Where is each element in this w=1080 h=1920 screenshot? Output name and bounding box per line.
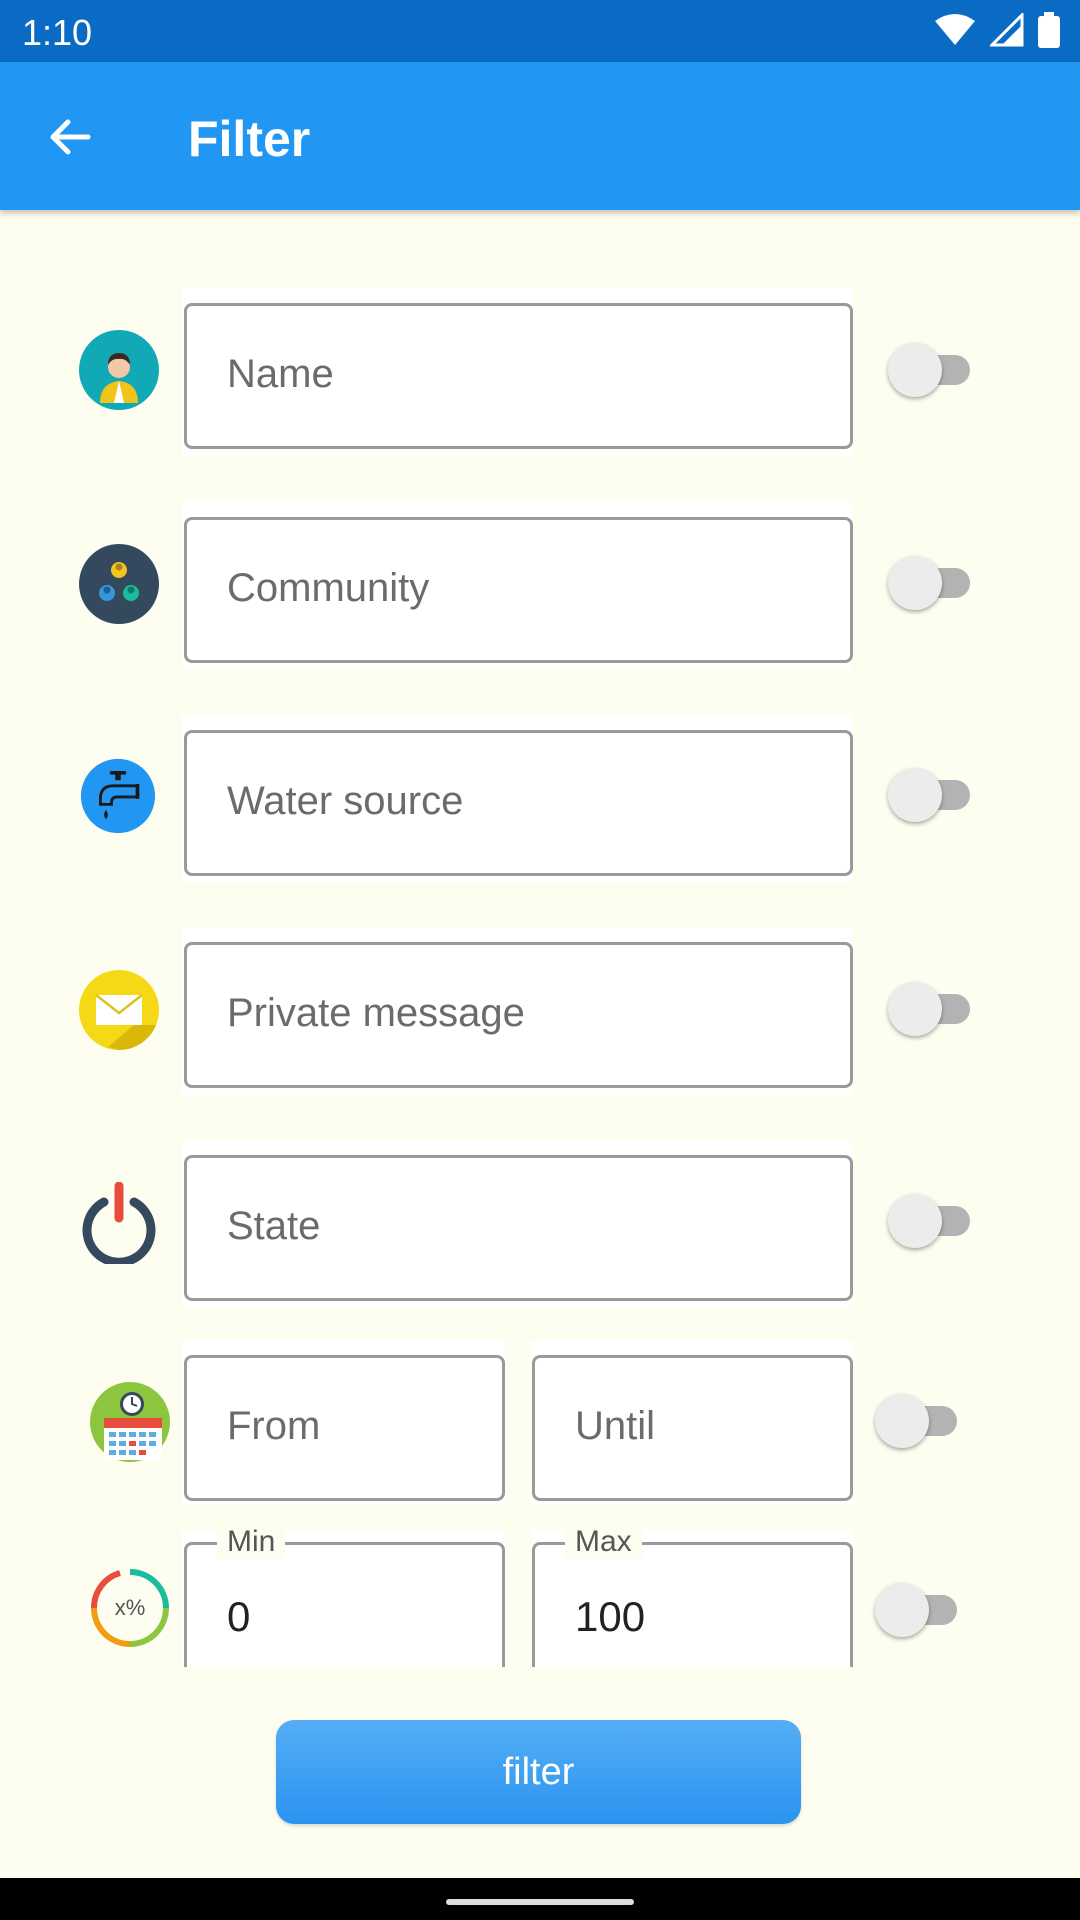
percent-gauge-text: x% <box>115 1595 146 1620</box>
envelope-icon <box>78 969 160 1051</box>
wifi-icon <box>935 14 976 45</box>
calendar-clock-icon <box>90 1382 174 1466</box>
filter-button[interactable]: filter <box>276 1720 801 1824</box>
private-message-toggle[interactable] <box>888 979 978 1039</box>
name-placeholder: Name <box>227 352 334 396</box>
cell-signal-icon <box>989 13 1024 47</box>
private-message-placeholder: Private message <box>227 991 525 1035</box>
min-value: 0 <box>227 1593 251 1640</box>
status-icons <box>925 12 1060 48</box>
state-toggle[interactable] <box>888 1191 978 1251</box>
percent-range-toggle[interactable] <box>875 1580 965 1640</box>
private-message-field[interactable]: Private message <box>184 942 853 1088</box>
water-source-toggle[interactable] <box>888 765 978 825</box>
until-date-field[interactable]: Until <box>532 1355 853 1501</box>
community-icon <box>78 543 160 625</box>
person-icon <box>78 329 160 411</box>
max-value: 100 <box>575 1593 646 1640</box>
water-tap-icon <box>80 758 156 834</box>
page-title: Filter <box>188 111 311 167</box>
community-field[interactable]: Community <box>184 517 853 663</box>
state-placeholder: State <box>227 1204 321 1248</box>
community-toggle[interactable] <box>888 553 978 613</box>
water-source-placeholder: Water source <box>227 779 464 823</box>
home-indicator[interactable] <box>446 1899 634 1905</box>
battery-icon <box>1038 12 1060 48</box>
state-field[interactable]: State <box>184 1155 853 1301</box>
app-bar: Filter <box>0 62 1080 210</box>
from-date-field[interactable]: From <box>184 1355 505 1501</box>
max-label: Max <box>565 1525 642 1559</box>
arrow-left-icon <box>50 119 91 155</box>
name-field[interactable]: Name <box>184 303 853 449</box>
date-range-toggle[interactable] <box>875 1391 965 1451</box>
water-source-field[interactable]: Water source <box>184 730 853 876</box>
status-bar: 1:10 <box>0 0 1080 62</box>
name-toggle[interactable] <box>888 340 978 400</box>
community-placeholder: Community <box>227 566 430 610</box>
until-placeholder: Until <box>575 1404 656 1448</box>
status-time: 1:10 <box>22 12 93 53</box>
min-label: Min <box>217 1525 286 1559</box>
from-placeholder: From <box>227 1404 321 1448</box>
back-button[interactable] <box>36 102 106 172</box>
power-icon <box>78 1181 160 1267</box>
percent-gauge-icon: x% <box>90 1568 170 1648</box>
